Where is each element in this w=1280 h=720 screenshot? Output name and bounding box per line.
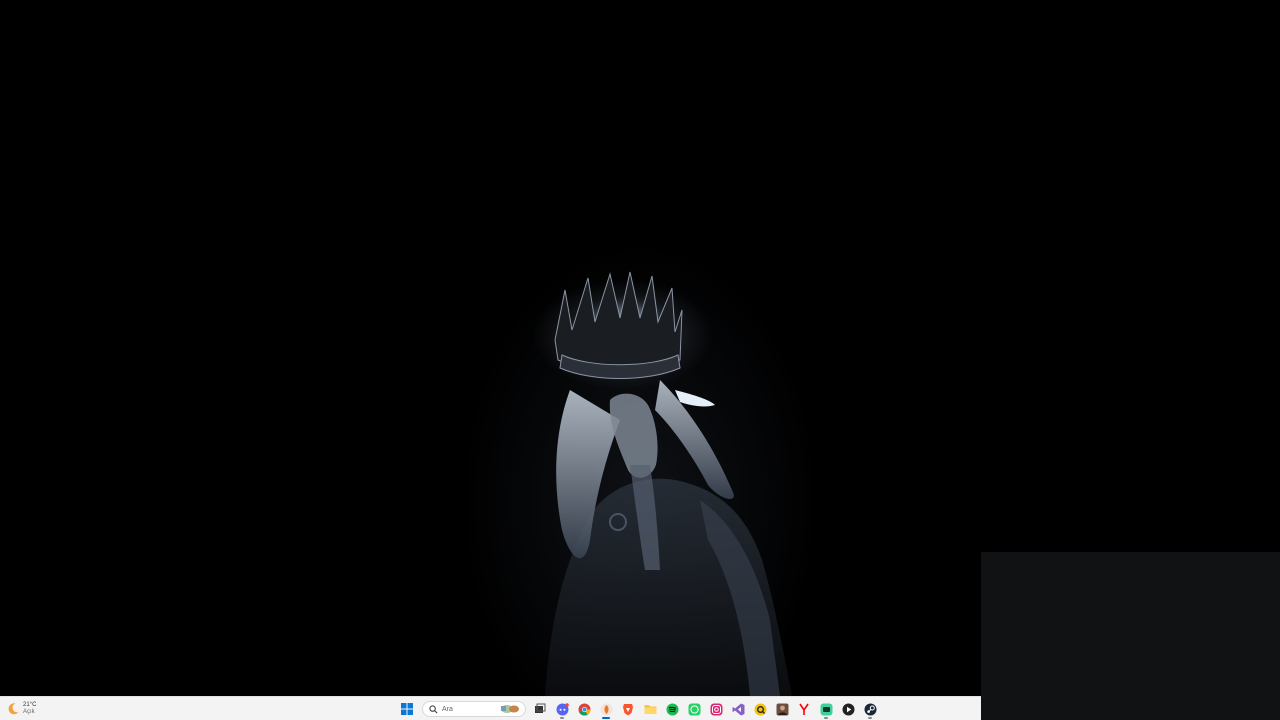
task-view-icon — [535, 703, 546, 713]
yellow-app-icon — [754, 703, 766, 715]
moon-icon — [8, 703, 19, 715]
task-view-button[interactable] — [529, 699, 551, 719]
weather-temperature: 21°C — [23, 702, 37, 708]
discord-button[interactable] — [551, 699, 573, 719]
brave-icon — [623, 703, 633, 715]
weather-condition: Açık — [23, 709, 35, 715]
taskbar-apps: Ara — [396, 699, 881, 719]
brave-button[interactable] — [617, 699, 639, 719]
spotify-button[interactable] — [661, 699, 683, 719]
search-highlight-icon — [501, 705, 519, 713]
whatsapp-button[interactable] — [683, 699, 705, 719]
notification-panel — [981, 552, 1280, 720]
instagram-button[interactable] — [705, 699, 727, 719]
search-placeholder: Ara — [442, 705, 453, 713]
discord-icon — [556, 702, 569, 715]
orange-app-icon — [600, 703, 612, 715]
orange-app-button[interactable] — [595, 699, 617, 719]
windows-start-icon — [401, 703, 413, 715]
spotify-icon — [666, 703, 678, 715]
folder-icon — [644, 705, 656, 714]
taskbar: 21°C Açık Ara — [0, 696, 981, 720]
steam-button[interactable] — [859, 699, 881, 719]
visual-studio-button[interactable] — [727, 699, 749, 719]
chrome-icon — [578, 703, 590, 716]
chrome-button[interactable] — [573, 699, 595, 719]
photo-app-icon — [776, 703, 788, 715]
visual-studio-icon — [732, 703, 744, 715]
teal-app-icon — [820, 703, 832, 715]
yandex-button[interactable] — [793, 699, 815, 719]
file-explorer-button[interactable] — [639, 699, 661, 719]
desktop[interactable]: 21°C Açık Ara — [0, 0, 1280, 720]
yellow-app-button[interactable] — [749, 699, 771, 719]
yandex-icon — [799, 703, 809, 715]
teal-app-button[interactable] — [815, 699, 837, 719]
media-player-button[interactable] — [837, 699, 859, 719]
steam-icon — [864, 703, 876, 715]
photo-app-button[interactable] — [771, 699, 793, 719]
play-icon — [842, 703, 854, 715]
start-button[interactable] — [396, 699, 418, 719]
weather-widget[interactable]: 21°C Açık — [6, 699, 36, 719]
search-input[interactable]: Ara — [422, 701, 526, 717]
whatsapp-icon — [688, 703, 700, 715]
wallpaper-crowned-figure — [545, 271, 792, 696]
instagram-icon — [710, 703, 722, 715]
search-icon — [429, 704, 438, 713]
